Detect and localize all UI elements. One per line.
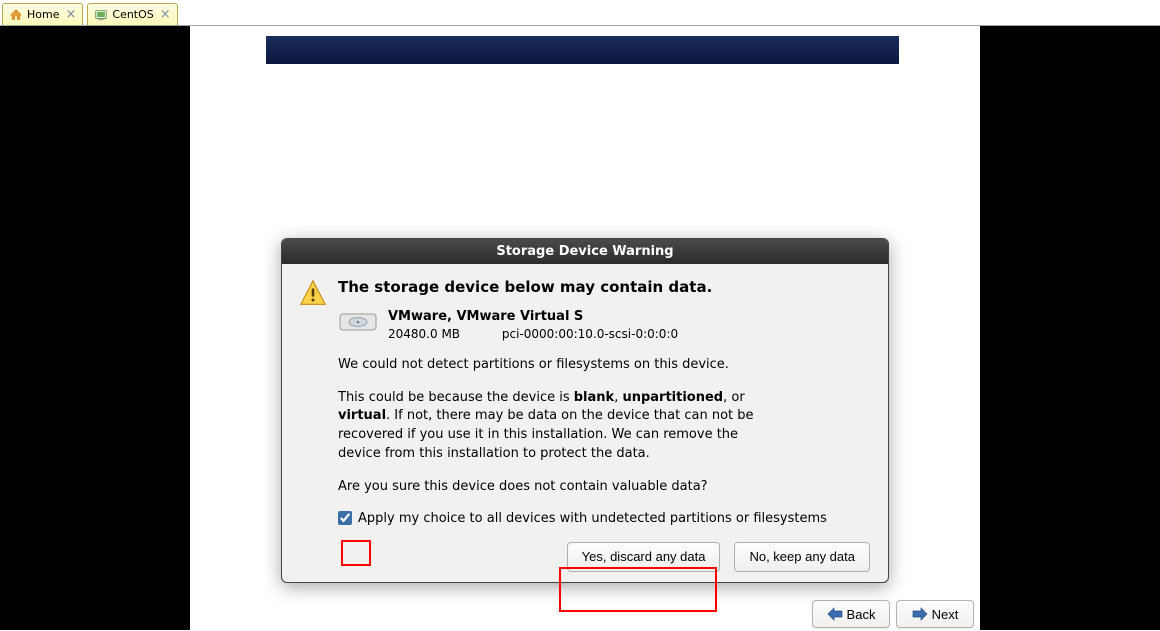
tab-label: Home: [27, 8, 59, 21]
checkbox-label: Apply my choice to all devices with unde…: [358, 511, 827, 526]
button-label: Next: [932, 607, 959, 622]
dialog-headline: The storage device below may contain dat…: [338, 278, 872, 296]
apply-all-checkbox-row[interactable]: Apply my choice to all devices with unde…: [338, 511, 872, 526]
device-details: 20480.0 MB pci-0000:00:10.0-scsi-0:0:0:0: [388, 326, 678, 342]
dialog-text-2: This could be because the device is blan…: [338, 389, 758, 464]
tab-bar: Home × CentOS ×: [0, 0, 1160, 26]
dialog-text-1: We could not detect partitions or filesy…: [338, 356, 758, 375]
next-button[interactable]: Next: [896, 600, 974, 628]
tab-centos[interactable]: CentOS ×: [87, 3, 177, 25]
apply-all-checkbox[interactable]: [338, 511, 352, 525]
warning-icon: [298, 278, 328, 308]
dialog-text-3: Are you sure this device does not contai…: [338, 478, 758, 497]
keep-data-button[interactable]: No, keep any data: [734, 542, 870, 572]
storage-warning-dialog: Storage Device Warning The storage devic…: [281, 238, 889, 583]
device-name: VMware, VMware Virtual S: [388, 308, 678, 326]
installer-banner: [266, 36, 899, 64]
button-label: Back: [847, 607, 876, 622]
close-icon[interactable]: ×: [160, 7, 171, 22]
close-icon[interactable]: ×: [65, 7, 76, 22]
discard-data-button[interactable]: Yes, discard any data: [567, 542, 721, 572]
home-icon: [9, 8, 23, 22]
tab-home[interactable]: Home ×: [2, 3, 83, 25]
tab-label: CentOS: [112, 8, 153, 21]
vm-icon: [94, 8, 108, 22]
arrow-right-icon: [912, 607, 928, 621]
device-row: VMware, VMware Virtual S 20480.0 MB pci-…: [338, 308, 872, 342]
disk-icon: [338, 308, 378, 336]
back-button[interactable]: Back: [812, 600, 890, 628]
arrow-left-icon: [827, 607, 843, 621]
dialog-title: Storage Device Warning: [282, 239, 888, 264]
